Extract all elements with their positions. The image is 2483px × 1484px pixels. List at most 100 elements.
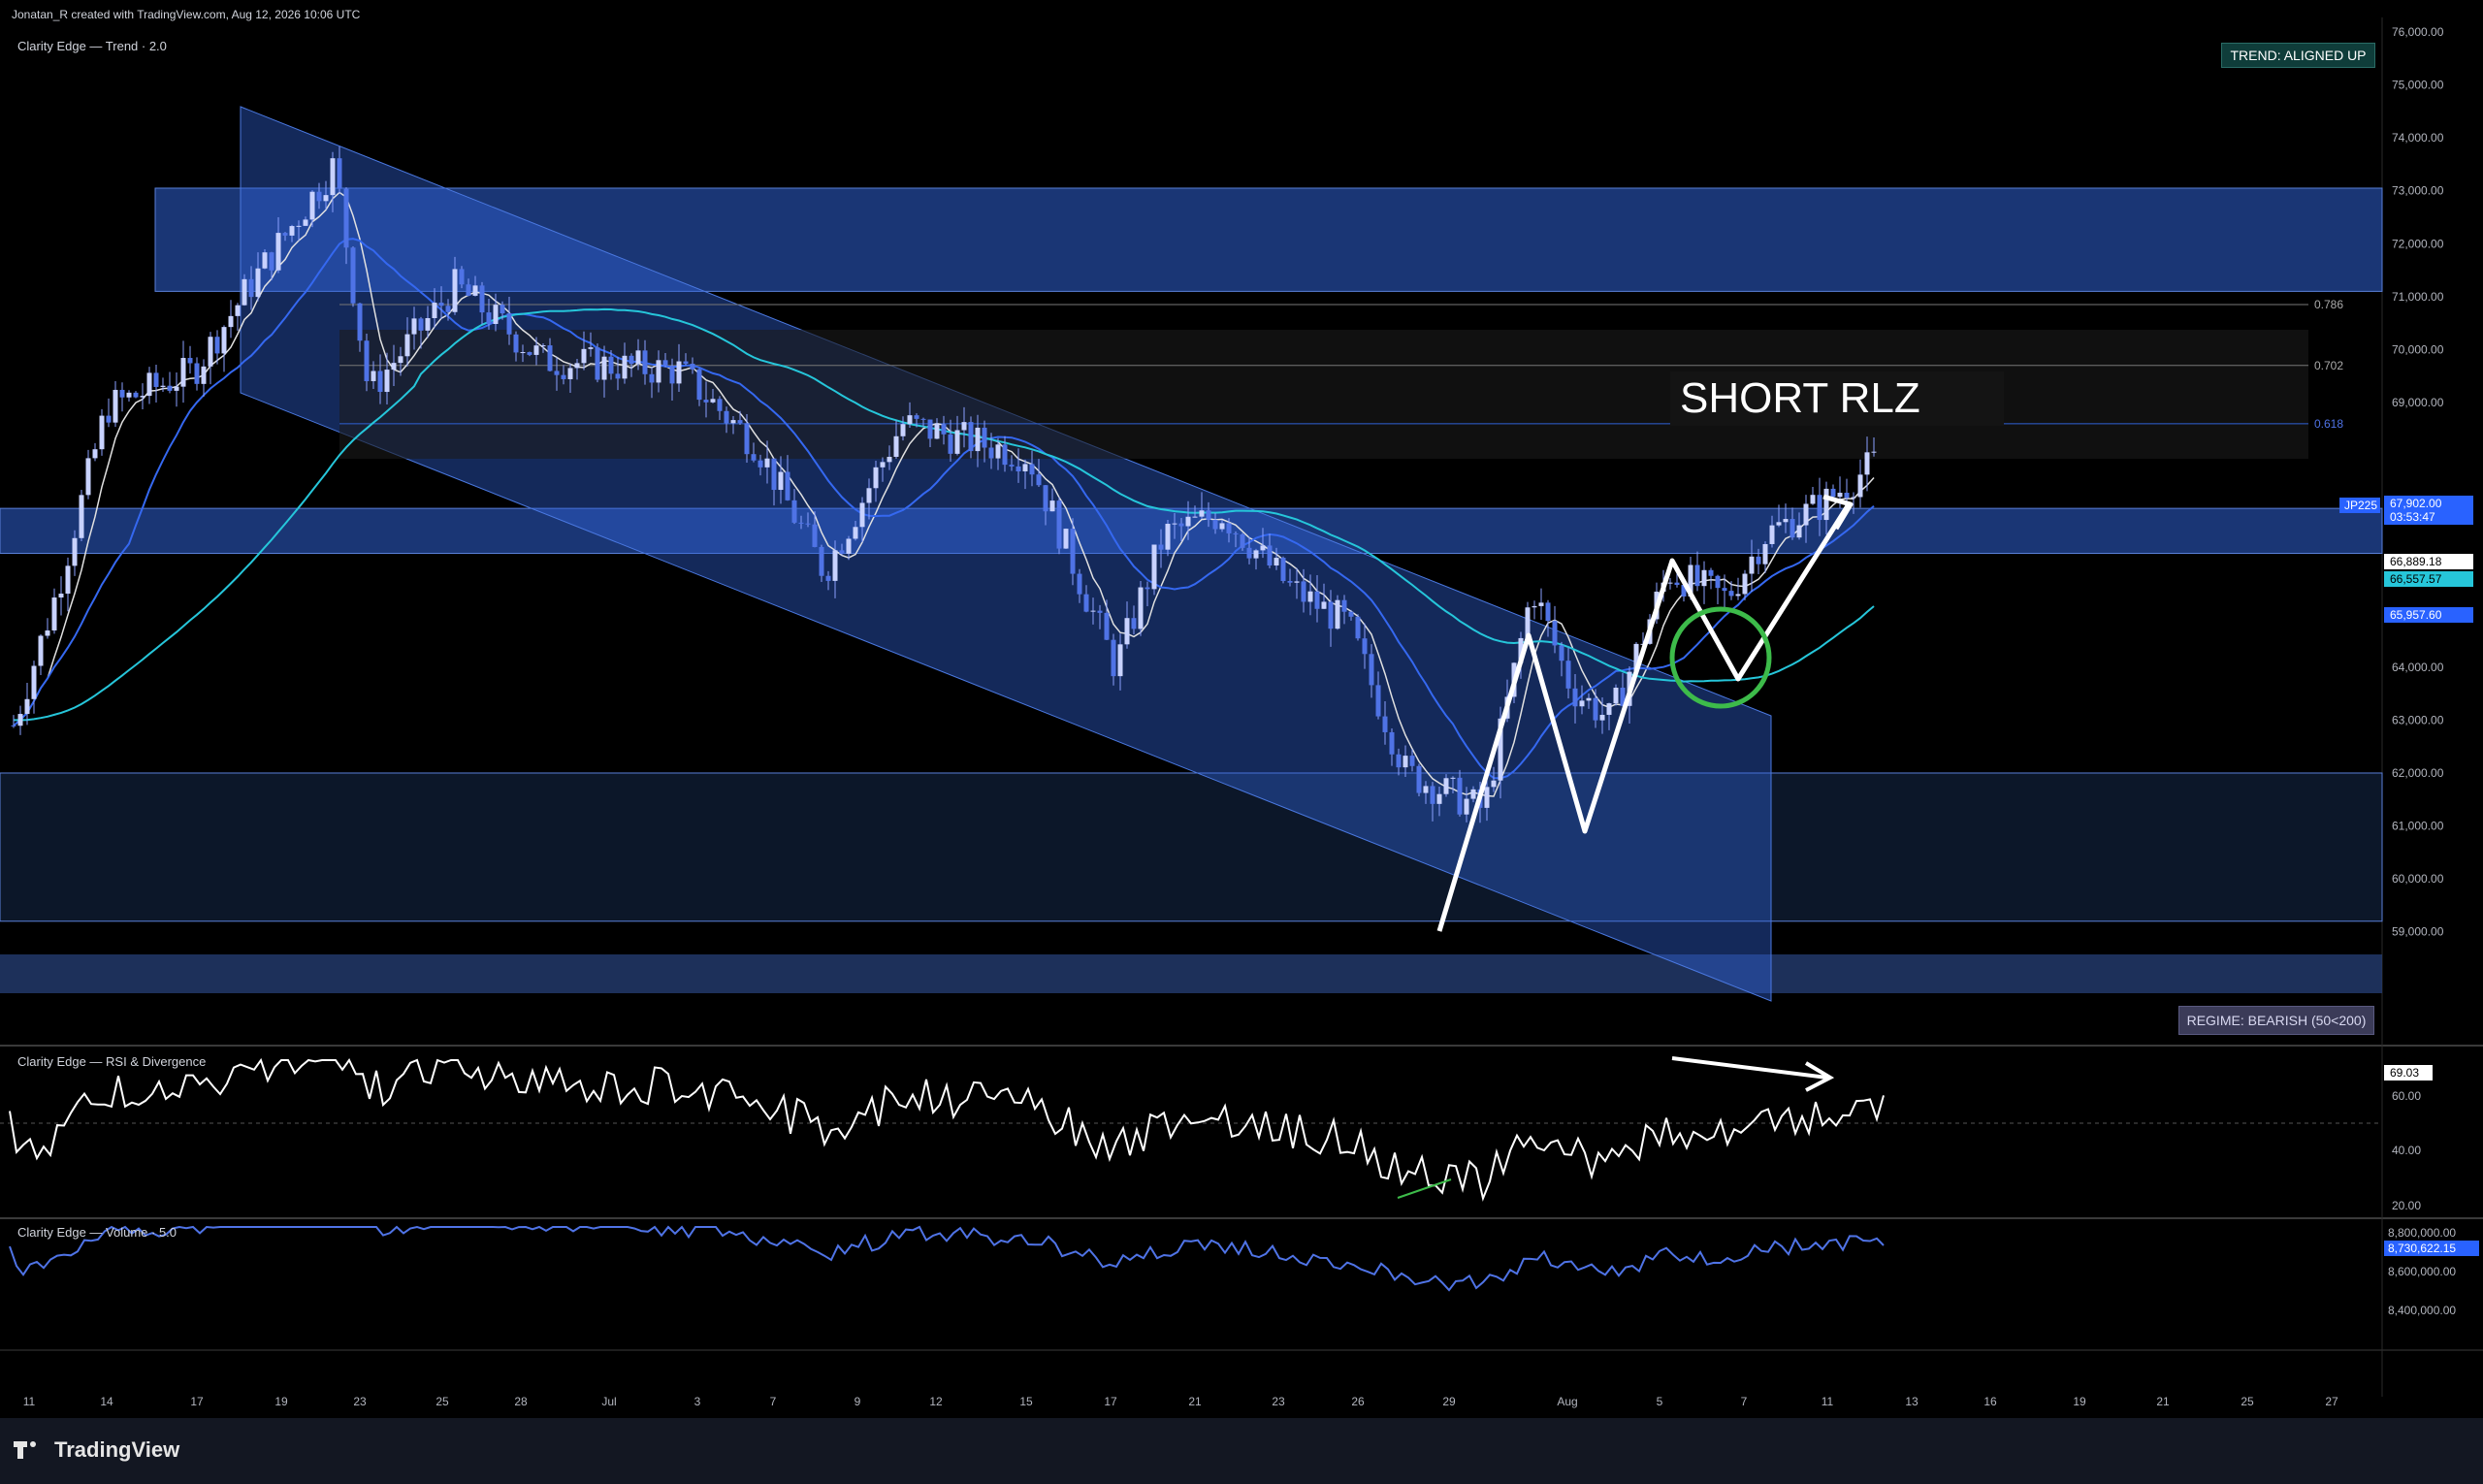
candle-body bbox=[1077, 573, 1082, 595]
candle-body bbox=[547, 345, 553, 371]
candle-body bbox=[1260, 545, 1266, 551]
time-tick: 7 bbox=[1741, 1395, 1748, 1408]
time-tick: 27 bbox=[2325, 1395, 2338, 1408]
candle-body bbox=[561, 374, 566, 379]
candle-body bbox=[527, 352, 532, 355]
candle-body bbox=[785, 471, 790, 500]
candle-body bbox=[1287, 580, 1293, 583]
candle-body bbox=[180, 358, 186, 387]
candle-body bbox=[146, 372, 152, 397]
candle-body bbox=[309, 191, 315, 220]
candle-body bbox=[1457, 777, 1463, 815]
candle-body bbox=[357, 303, 363, 341]
candle-body bbox=[1206, 510, 1211, 520]
candle-body bbox=[1491, 780, 1497, 788]
candle-body bbox=[1212, 519, 1218, 530]
candle-body bbox=[1328, 601, 1334, 629]
candle-body bbox=[1375, 685, 1381, 717]
candle-body bbox=[601, 356, 607, 380]
candle-body bbox=[1070, 529, 1076, 574]
candle-body bbox=[629, 355, 634, 365]
short-rlz-label[interactable]: SHORT RLZ bbox=[1670, 371, 2004, 426]
time-tick: 12 bbox=[929, 1395, 943, 1408]
candle-body bbox=[269, 252, 274, 271]
candle-body bbox=[676, 361, 682, 384]
candle-body bbox=[1219, 523, 1225, 530]
candle-body bbox=[1722, 588, 1727, 592]
candle-body bbox=[1389, 731, 1395, 755]
price-tick: 76,000.00 bbox=[2392, 25, 2444, 39]
candle-body bbox=[825, 575, 831, 581]
candle-body bbox=[1009, 465, 1015, 467]
candle-body bbox=[1837, 493, 1843, 498]
candle-body bbox=[832, 550, 838, 581]
candle-body bbox=[1769, 525, 1775, 544]
candle-body bbox=[72, 537, 78, 566]
candle-body bbox=[1056, 500, 1062, 549]
candle-body bbox=[730, 420, 736, 424]
candle-body bbox=[133, 392, 139, 398]
candle-body bbox=[920, 418, 926, 420]
candle-body bbox=[425, 318, 431, 331]
candle-body bbox=[1803, 503, 1809, 526]
price-tick: 64,000.00 bbox=[2392, 661, 2444, 674]
candle-body bbox=[1708, 569, 1714, 576]
candle-body bbox=[819, 546, 824, 576]
tradingview-logo[interactable]: TradingView bbox=[14, 1437, 179, 1463]
candle-body bbox=[1022, 464, 1028, 471]
rsi-pane-title[interactable]: Clarity Edge — RSI & Divergence bbox=[17, 1054, 206, 1069]
candle-body bbox=[1226, 523, 1232, 533]
candle-body bbox=[38, 635, 44, 666]
candle-body bbox=[710, 399, 716, 403]
candle-body bbox=[961, 422, 967, 431]
symbol-tag: JP225 bbox=[2344, 499, 2377, 512]
candle-body bbox=[866, 488, 872, 503]
candle-body bbox=[683, 361, 689, 365]
volume-pane-title[interactable]: Clarity Edge — Volume · 5.0 bbox=[17, 1225, 177, 1240]
candle-body bbox=[330, 158, 336, 196]
candle-body bbox=[45, 630, 50, 636]
time-tick: 13 bbox=[1905, 1395, 1919, 1408]
candle-body bbox=[1382, 716, 1388, 732]
candle-body bbox=[1728, 591, 1734, 597]
chart-canvas[interactable]: 0.786 0.702 0.618 76,000.00 75,000.00 74,000… bbox=[0, 0, 2483, 1484]
price-tick: 62,000.00 bbox=[2392, 766, 2444, 780]
candle-body bbox=[941, 424, 947, 435]
candle-body bbox=[771, 458, 777, 491]
candle-body bbox=[343, 188, 349, 248]
candle-body bbox=[764, 458, 770, 468]
candle-body bbox=[472, 285, 478, 296]
time-tick: 23 bbox=[353, 1395, 367, 1408]
candle-body bbox=[595, 347, 600, 380]
price-tick: 74,000.00 bbox=[2392, 131, 2444, 145]
candle-body bbox=[968, 422, 974, 452]
candle-body bbox=[350, 247, 356, 304]
candle-body bbox=[303, 219, 308, 226]
candle-body bbox=[751, 454, 757, 461]
price-tick: 61,000.00 bbox=[2392, 820, 2444, 833]
candle-body bbox=[364, 340, 370, 381]
candle-body bbox=[1532, 605, 1537, 608]
candle-body bbox=[948, 434, 953, 454]
candle-body bbox=[1735, 594, 1741, 597]
candle-body bbox=[1545, 602, 1551, 622]
candle-body bbox=[540, 345, 546, 347]
candle-body bbox=[1436, 793, 1442, 804]
candle-body bbox=[1674, 582, 1680, 586]
candle-body bbox=[1172, 523, 1177, 525]
candle-body bbox=[662, 360, 668, 366]
candle-body bbox=[445, 306, 451, 312]
candle-body bbox=[1830, 488, 1836, 498]
candle-body bbox=[1430, 786, 1435, 804]
candle-body bbox=[377, 371, 383, 393]
main-pane-title[interactable]: Clarity Edge — Trend · 2.0 bbox=[17, 39, 167, 53]
candle-body bbox=[615, 373, 621, 379]
candle-body bbox=[51, 597, 57, 631]
candle-body bbox=[1606, 703, 1612, 716]
candle-body bbox=[262, 252, 268, 269]
candle-body bbox=[1593, 697, 1598, 721]
candle-body bbox=[486, 312, 492, 325]
rsi-tick: 20.00 bbox=[2392, 1199, 2421, 1212]
fib-box[interactable] bbox=[339, 330, 2308, 459]
fib-label: 0.702 bbox=[2314, 359, 2343, 372]
